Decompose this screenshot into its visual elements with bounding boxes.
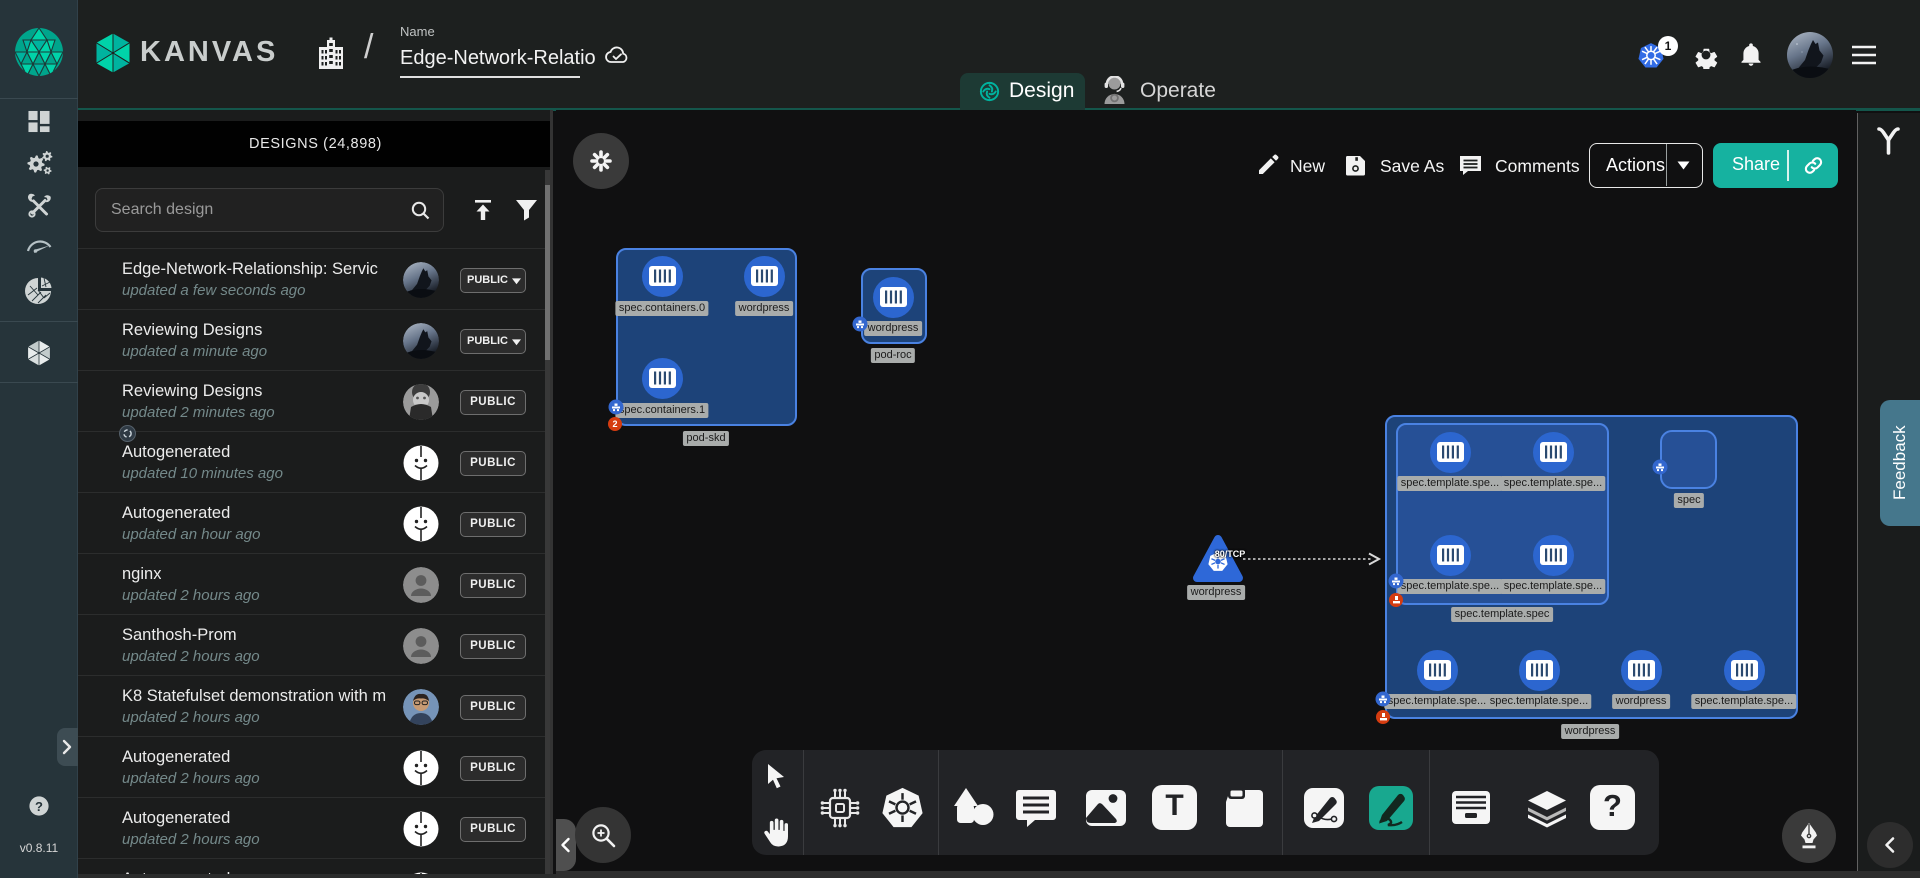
svg-text:?: ? xyxy=(35,799,43,814)
